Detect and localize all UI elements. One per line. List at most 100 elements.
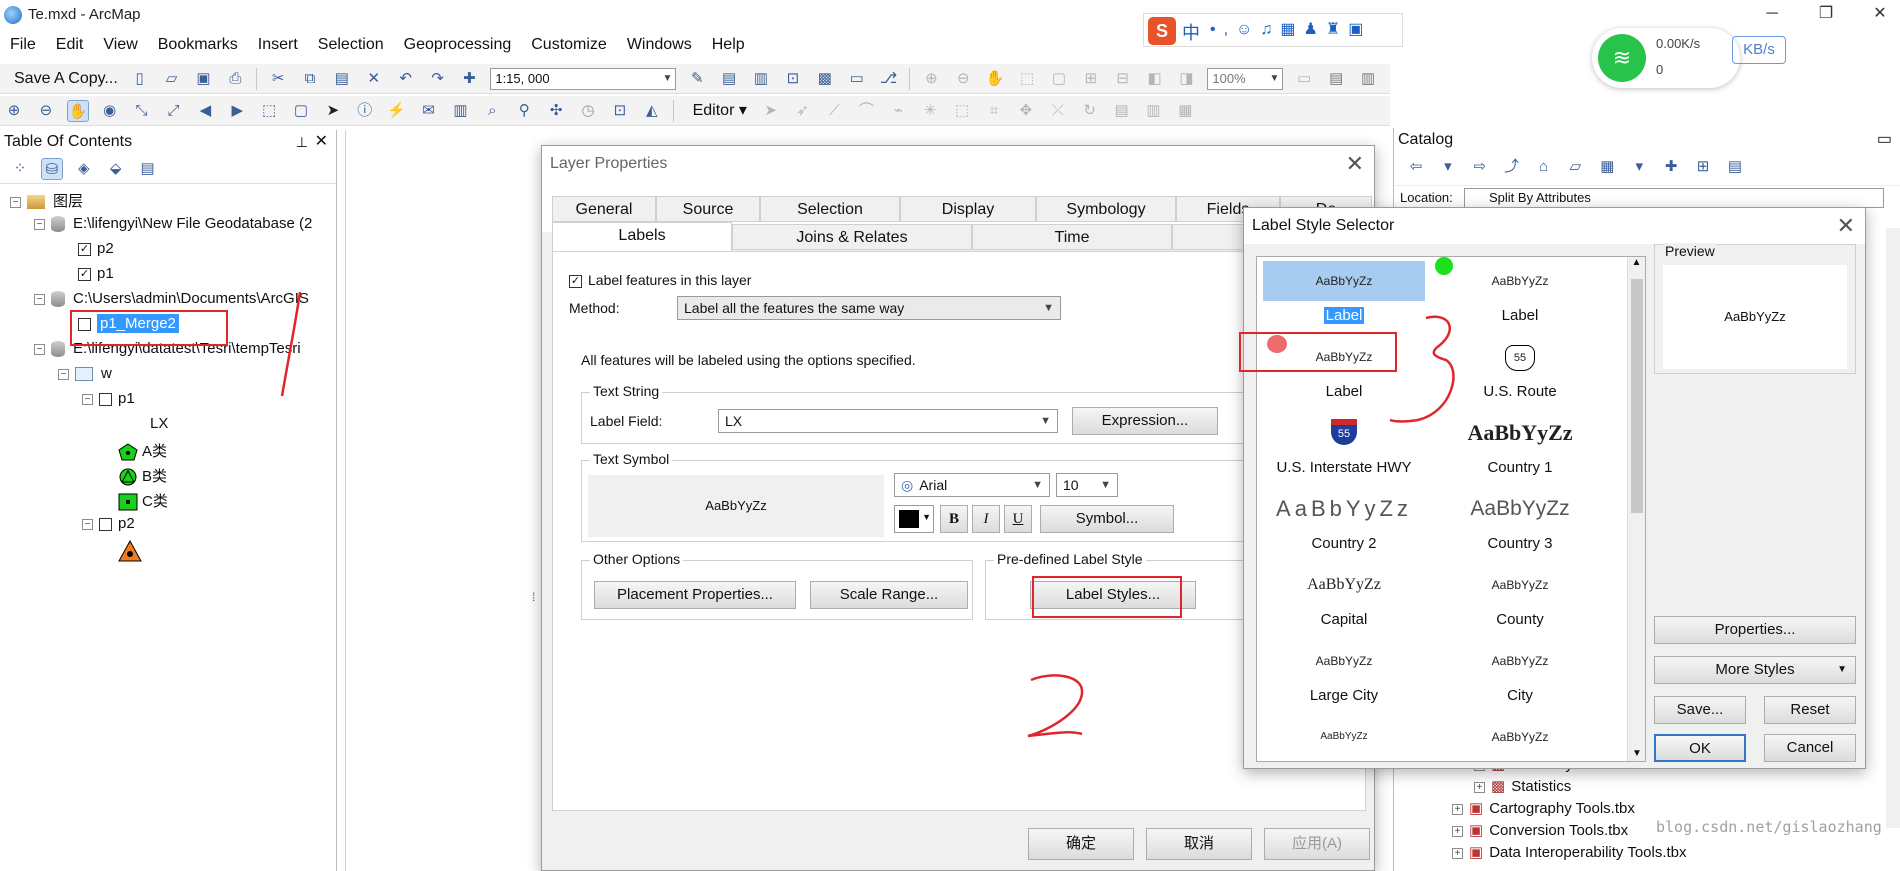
edit-tool-icon[interactable]: ➤ [760, 100, 782, 122]
menu-geoprocessing[interactable]: Geoprocessing [394, 32, 522, 58]
tree-item-geodatabase[interactable]: − E:\lifengyi\New File Geodatabase (2 [34, 215, 312, 233]
text-color-picker[interactable]: ▼ [894, 505, 934, 533]
hyperlink-icon[interactable]: ⚡ [386, 100, 408, 122]
maximize-button[interactable]: ❐ [1806, 2, 1846, 26]
menu-file[interactable]: File [0, 32, 46, 58]
go-to-xy-icon[interactable]: ✣ [545, 100, 567, 122]
layout-zoom-in-icon[interactable]: ⊕ [920, 68, 942, 90]
editor-toolbar-icon[interactable]: ✎ [686, 68, 708, 90]
legend-class-b[interactable]: B类 [118, 465, 167, 486]
zoom-in-icon[interactable]: ⊕ [3, 100, 25, 122]
style-village[interactable]: AaBbYyZz [1435, 717, 1605, 757]
full-extent-icon[interactable]: ◉ [99, 100, 121, 122]
edit-annotation-icon[interactable]: ➶ [792, 100, 814, 122]
ok-button[interactable]: 确定 [1028, 828, 1134, 860]
options-icon[interactable]: ▤ [1724, 156, 1746, 178]
fixed-zoom-out-icon[interactable]: ⤢ [162, 100, 184, 122]
placement-properties-button[interactable]: Placement Properties... [594, 581, 796, 609]
catalog-scrollbar[interactable] [1886, 228, 1900, 828]
close-window-button[interactable]: ✕ [1860, 2, 1900, 26]
tree-item-layers[interactable]: − 图层 [10, 190, 83, 211]
maximize-panel-icon[interactable]: ▭ [1877, 128, 1892, 152]
expand-icon[interactable]: + [1452, 825, 1463, 837]
time-slider-icon[interactable]: ◷ [577, 100, 599, 122]
tab-display[interactable]: Display [900, 196, 1036, 222]
label-features-row[interactable]: ✓ Label features in this layer [569, 272, 751, 288]
method-select[interactable]: Label all the features the same way ▼ [677, 296, 1061, 320]
fixed-zoom-out-icon[interactable]: ⊟ [1112, 68, 1134, 90]
zoom-out-icon[interactable]: ⊖ [35, 100, 57, 122]
close-icon[interactable]: ✕ [1837, 208, 1855, 244]
tab-time[interactable]: Time [972, 224, 1172, 250]
chevron-down-icon[interactable]: ▾ [1628, 156, 1650, 178]
tree-item-w-p2[interactable]: − p2 [82, 515, 135, 532]
style-us-route[interactable]: 55 U.S. Route [1435, 337, 1605, 400]
style-country-3[interactable]: AaBbYyZz Country 3 [1435, 489, 1605, 552]
home-icon[interactable]: ⌂ [1533, 156, 1555, 178]
scroll-down-icon[interactable]: ▼ [1628, 748, 1645, 759]
style-city[interactable]: AaBbYyZz City [1435, 641, 1605, 704]
trace-icon[interactable]: ⌁ [887, 100, 909, 122]
table-of-contents-icon[interactable]: ▤ [718, 68, 740, 90]
open-folder-icon[interactable]: ▱ [161, 68, 183, 90]
expression-button[interactable]: Expression... [1072, 407, 1218, 435]
menu-selection[interactable]: Selection [308, 32, 394, 58]
add-data-icon[interactable]: ✚ [458, 68, 480, 90]
reset-button[interactable]: Reset [1764, 696, 1856, 724]
properties-button[interactable]: Properties... [1654, 616, 1856, 644]
menu-windows[interactable]: Windows [617, 32, 702, 58]
scroll-thumb[interactable] [1631, 279, 1643, 513]
zoom-whole-page-icon[interactable]: ⬚ [1016, 68, 1038, 90]
save-a-copy-button[interactable]: Save A Copy... [14, 68, 118, 90]
menu-help[interactable]: Help [702, 32, 755, 58]
italic-button[interactable]: I [972, 505, 1000, 533]
point-icon[interactable]: ✳ [919, 100, 941, 122]
split-icon[interactable]: ⤫ [1047, 100, 1069, 122]
cut-icon[interactable]: ✂ [267, 68, 289, 90]
list-by-source-icon[interactable]: ⛁ [40, 158, 63, 180]
expand-icon[interactable]: + [1452, 803, 1463, 815]
label-features-checkbox[interactable]: ✓ [569, 274, 582, 288]
legend-symbol-p2[interactable] [118, 539, 142, 562]
visibility-checkbox[interactable] [99, 517, 112, 531]
chevron-down-icon[interactable]: ▾ [1437, 156, 1459, 178]
bold-button[interactable]: B [940, 505, 968, 533]
catalog-tree-statistics[interactable]: + ▩ Statistics [1474, 777, 1571, 795]
ok-button[interactable]: OK [1654, 734, 1746, 762]
layout-zoom-out-icon[interactable]: ⊖ [952, 68, 974, 90]
go-forward-extent-icon[interactable]: ◨ [1175, 68, 1197, 90]
style-county[interactable]: AaBbYyZz County [1435, 565, 1605, 628]
location-input[interactable]: Split By Attributes [1464, 188, 1884, 208]
html-popup-icon[interactable]: ✉ [418, 100, 440, 122]
tab-source[interactable]: Source [656, 196, 760, 222]
tab-general[interactable]: General [552, 196, 656, 222]
style-capital[interactable]: AaBbYyZz Capital [1259, 565, 1429, 628]
tree-item-p1[interactable]: ✓ p1 [78, 265, 114, 282]
up-one-level-icon[interactable]: ⤴ [1501, 156, 1523, 178]
fixed-zoom-in-icon[interactable]: ⤡ [131, 100, 153, 122]
measure-icon[interactable]: ▥ [449, 100, 471, 122]
toggle-draft-mode-icon[interactable]: ▭ [1293, 68, 1315, 90]
undo-icon[interactable]: ↶ [395, 68, 417, 90]
style-label-2[interactable]: AaBbYyZz Label [1435, 261, 1605, 324]
map-scale-combo[interactable]: 1:15, 000 ▼ [490, 68, 677, 90]
style-large-city[interactable]: AaBbYyZz Large City [1259, 641, 1429, 704]
tree-item-p2[interactable]: ✓ p2 [78, 240, 114, 257]
python-window-icon[interactable]: ▭ [846, 68, 868, 90]
create-viewer-window-icon[interactable]: ⊡ [609, 100, 631, 122]
tree-item-documents-folder[interactable]: − C:\Users\admin\Documents\ArcGIS [34, 290, 309, 308]
forward-arrow-icon[interactable]: ▶ [226, 100, 248, 122]
style-town[interactable]: AaBbYyZz [1259, 717, 1429, 757]
arctoolbox-icon[interactable]: ▩ [814, 68, 836, 90]
reshape-icon[interactable]: ⌗ [983, 100, 1005, 122]
gallery-scrollbar[interactable]: ▲ ▼ [1627, 257, 1645, 761]
catalog-tree-cartography[interactable]: + ▣ Cartography Tools.tbx [1452, 799, 1635, 817]
pin-icon[interactable]: ⊥ [296, 130, 308, 154]
new-folder-icon[interactable]: ✚ [1660, 156, 1682, 178]
visibility-checkbox[interactable]: ✓ [78, 267, 91, 281]
collapse-icon[interactable]: − [82, 393, 93, 405]
legend-class-c[interactable]: C类 [118, 490, 168, 511]
legend-class-a[interactable]: A类 [118, 440, 167, 461]
close-icon[interactable]: ✕ [1346, 146, 1364, 182]
font-size-select[interactable]: 10 ▼ [1056, 473, 1118, 497]
